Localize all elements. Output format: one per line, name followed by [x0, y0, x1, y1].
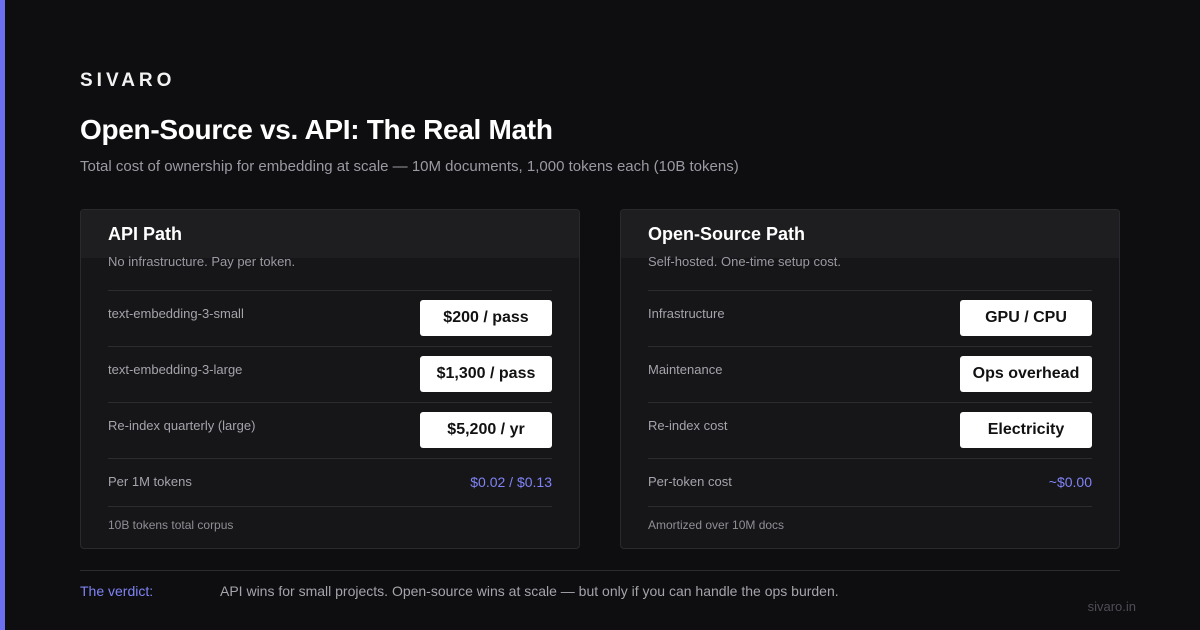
cost-value-pill: GPU / CPU: [960, 300, 1092, 336]
card-footnote: 10B tokens total corpus: [108, 518, 234, 532]
page-subtitle: Total cost of ownership for embedding at…: [80, 158, 739, 175]
cost-value-pill: Ops overhead: [960, 356, 1092, 392]
rate-label: Per 1M tokens: [108, 474, 192, 489]
verdict-label: The verdict:: [80, 583, 154, 599]
card-footnote: Amortized over 10M docs: [648, 518, 785, 532]
brand-logo: SIVARO: [80, 70, 176, 91]
verdict-divider: [80, 570, 1120, 571]
rate-value: ~$0.00: [1048, 474, 1092, 490]
cost-value-pill: $1,300 / pass: [420, 356, 552, 392]
row-label: Infrastructure: [648, 306, 725, 321]
cost-value-pill: Electricity: [960, 412, 1092, 448]
cost-row: Re-index cost Electricity: [648, 402, 1092, 458]
cost-value-pill: $5,200 / yr: [420, 412, 552, 448]
api-path-card: API Path No infrastructure. Pay per toke…: [80, 209, 580, 549]
cost-value-pill: $200 / pass: [420, 300, 552, 336]
site-url: sivaro.in: [1087, 599, 1136, 614]
footnote-row: 10B tokens total corpus: [108, 506, 552, 546]
rate-label: Per-token cost: [648, 474, 732, 489]
row-label: Maintenance: [648, 362, 723, 377]
row-label: text-embedding-3-large: [108, 362, 243, 377]
row-label: Re-index cost: [648, 418, 728, 433]
cost-row: Re-index quarterly (large) $5,200 / yr: [108, 402, 552, 458]
page-title: Open-Source vs. API: The Real Math: [80, 114, 553, 145]
row-label: Re-index quarterly (large): [108, 418, 256, 433]
card-title: API Path: [108, 224, 183, 244]
cost-row: text-embedding-3-large $1,300 / pass: [108, 346, 552, 402]
row-label: text-embedding-3-small: [108, 306, 244, 321]
rate-value: $0.02 / $0.13: [470, 474, 552, 490]
page: SIVARO Open-Source vs. API: The Real Mat…: [0, 0, 1200, 630]
cost-row: Maintenance Ops overhead: [648, 346, 1092, 402]
card-description: Self-hosted. One-time setup cost.: [648, 254, 841, 269]
rate-row: Per-token cost ~$0.00: [648, 458, 1092, 506]
cost-row: text-embedding-3-small $200 / pass: [108, 290, 552, 346]
verdict-text: API wins for small projects. Open-source…: [220, 583, 839, 599]
open-source-path-card: Open-Source Path Self-hosted. One-time s…: [620, 209, 1120, 549]
accent-bar: [0, 0, 5, 630]
card-title: Open-Source Path: [648, 224, 806, 244]
footnote-row: Amortized over 10M docs: [648, 506, 1092, 546]
cost-row: Infrastructure GPU / CPU: [648, 290, 1092, 346]
rate-row: Per 1M tokens $0.02 / $0.13: [108, 458, 552, 506]
card-description: No infrastructure. Pay per token.: [108, 254, 296, 269]
